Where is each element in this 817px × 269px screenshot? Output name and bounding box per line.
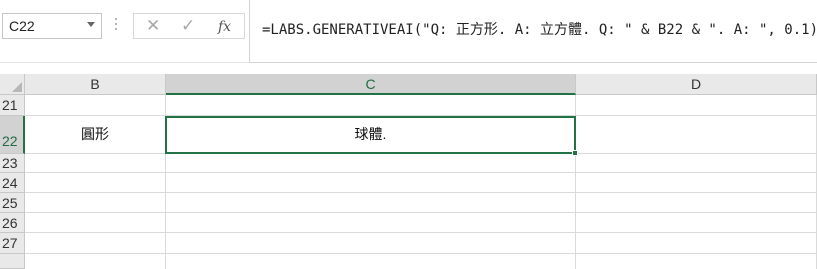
cell-d26[interactable] [576, 213, 817, 233]
cell-c23[interactable] [166, 154, 576, 173]
fill-handle[interactable] [572, 150, 578, 156]
cell-d24[interactable] [576, 173, 817, 193]
cell-c24[interactable] [166, 173, 576, 193]
row-header-26[interactable]: 26 [0, 213, 25, 233]
cell-c25[interactable] [166, 193, 576, 213]
cell-d25[interactable] [576, 193, 817, 213]
cancel-icon[interactable]: ✕ [146, 16, 160, 36]
column-header-b[interactable]: B [25, 74, 166, 95]
active-cell-border [165, 116, 576, 154]
formula-text[interactable]: =LABS.GENERATIVEAI("Q: 正方形. A: 立方體. Q: "… [262, 19, 817, 39]
cell-b27[interactable] [25, 233, 166, 254]
formula-input[interactable]: =LABS.GENERATIVEAI("Q: 正方形. A: 立方體. Q: "… [249, 0, 817, 63]
select-all-triangle-icon [12, 82, 22, 92]
formula-buttons: ✕ ✓ fx [133, 13, 245, 39]
cell-c21[interactable] [166, 95, 576, 116]
cell-b24[interactable] [25, 173, 166, 193]
cell-d22[interactable] [576, 116, 817, 154]
cell-d21[interactable] [576, 95, 817, 116]
cell-b25[interactable] [25, 193, 166, 213]
cell-c28[interactable] [166, 254, 576, 269]
drag-handle-icon[interactable] [114, 18, 118, 34]
enter-icon[interactable]: ✓ [181, 16, 195, 36]
insert-function-icon[interactable]: fx [218, 17, 231, 37]
cell-c26[interactable] [166, 213, 576, 233]
column-header-d[interactable]: D [576, 74, 817, 95]
cell-d27[interactable] [576, 233, 817, 254]
row-header-22[interactable]: 22 [0, 116, 25, 154]
select-all-button[interactable] [0, 74, 25, 95]
spreadsheet-grid[interactable]: B C D 21 22 23 24 25 26 27 圓形 球體. [0, 74, 817, 269]
row-header-28[interactable] [0, 254, 25, 269]
cell-b22[interactable]: 圓形 [25, 116, 166, 154]
cell-b28[interactable] [25, 254, 166, 269]
name-box[interactable]: C22 [2, 13, 102, 39]
chevron-down-icon[interactable] [87, 22, 95, 27]
row-header-25[interactable]: 25 [0, 193, 25, 213]
cell-d28[interactable] [576, 254, 817, 269]
cell-b23[interactable] [25, 154, 166, 173]
column-header-c[interactable]: C [166, 74, 576, 95]
row-header-24[interactable]: 24 [0, 173, 25, 193]
cell-b21[interactable] [25, 95, 166, 116]
name-box-value[interactable]: C22 [9, 18, 35, 34]
cell-b26[interactable] [25, 213, 166, 233]
formula-bar-area: C22 ✕ ✓ fx =LABS.GENERATIVEAI("Q: 正方形. A… [0, 0, 817, 63]
cell-d23[interactable] [576, 154, 817, 173]
cell-c27[interactable] [166, 233, 576, 254]
row-header-21[interactable]: 21 [0, 95, 25, 116]
row-header-23[interactable]: 23 [0, 154, 25, 173]
divider [0, 62, 249, 63]
row-header-27[interactable]: 27 [0, 233, 25, 254]
